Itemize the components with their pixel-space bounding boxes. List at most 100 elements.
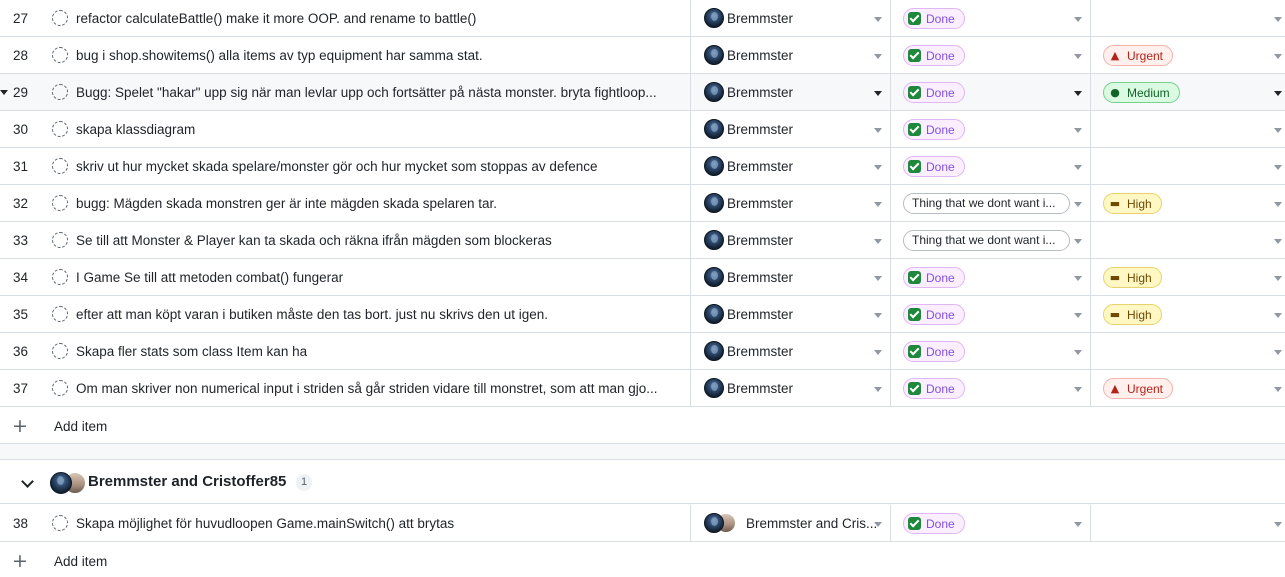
assignee-cell[interactable]: Bremmster [704, 378, 793, 398]
assignee-cell[interactable]: Bremmster [704, 156, 793, 176]
chevron-down-icon[interactable] [21, 475, 34, 488]
status-badge[interactable]: Done [903, 378, 965, 399]
priority-badge[interactable]: ▬ High [1103, 267, 1162, 288]
assignee-cell[interactable]: Bremmster and Cris... [704, 513, 877, 533]
priority-badge[interactable]: ▲ Urgent [1103, 378, 1174, 399]
table-row[interactable]: 28 bug i shop.showitems() alla items av t… [0, 37, 1285, 74]
item-title[interactable]: refactor calculateBattle() make it more … [76, 11, 682, 26]
status-dropdown-icon[interactable] [1074, 313, 1082, 318]
priority-dropdown-icon[interactable] [1274, 313, 1282, 318]
priority-dropdown-icon[interactable] [1274, 202, 1282, 207]
table-row[interactable]: 29 Bugg: Spelet "hakar" upp sig när man l… [0, 74, 1285, 111]
assignee-dropdown-icon[interactable] [874, 202, 882, 207]
table-row[interactable]: 27 refactor calculateBattle() make it mor… [0, 0, 1285, 37]
status-badge[interactable]: Done [903, 119, 965, 140]
priority-dropdown-icon[interactable] [1274, 522, 1282, 527]
priority-dropdown-icon[interactable] [1274, 54, 1282, 59]
item-title[interactable]: Om man skriver non numerical input i str… [76, 381, 682, 396]
status-dropdown-icon[interactable] [1074, 54, 1082, 59]
assignee-dropdown-icon[interactable] [874, 17, 882, 22]
item-title[interactable]: Skapa möjlighet för huvudloopen Game.mai… [76, 516, 682, 531]
status-dropdown-icon[interactable] [1074, 522, 1082, 527]
status-badge[interactable]: Thing that we dont want i... [903, 193, 1070, 214]
assignee-dropdown-icon[interactable] [874, 54, 882, 59]
assignee-dropdown-icon[interactable] [874, 313, 882, 318]
add-item-row[interactable]: + Add item [0, 542, 1285, 577]
assignee-cell[interactable]: Bremmster [704, 45, 793, 65]
assignee-dropdown-icon[interactable] [874, 387, 882, 392]
status-dropdown-icon[interactable] [1074, 128, 1082, 133]
status-label: Done [926, 270, 955, 285]
priority-dropdown-icon[interactable] [1274, 350, 1282, 355]
assignee-dropdown-icon[interactable] [874, 522, 882, 527]
status-badge[interactable]: Done [903, 82, 965, 103]
item-title[interactable]: skriv ut hur mycket skada spelare/monste… [76, 159, 682, 174]
assignee-cell[interactable]: Bremmster [704, 267, 793, 287]
table-row[interactable]: 30 skapa klassdiagram Bremmster Done [0, 111, 1285, 148]
status-dropdown-icon[interactable] [1074, 387, 1082, 392]
assignee-cell[interactable]: Bremmster [704, 8, 793, 28]
priority-dropdown-icon[interactable] [1274, 239, 1282, 244]
status-badge[interactable]: Done [903, 8, 965, 29]
item-title[interactable]: bugg: Mägden skada monstren ger är inte … [76, 196, 682, 211]
priority-badge[interactable]: ▲ Urgent [1103, 45, 1174, 66]
status-dropdown-icon[interactable] [1074, 165, 1082, 170]
car-icon: ▬ [1109, 197, 1121, 210]
priority-dropdown-icon[interactable] [1274, 276, 1282, 281]
add-item-row[interactable]: + Add item [0, 407, 1285, 445]
item-title[interactable]: Skapa fler stats som class Item kan ha [76, 344, 682, 359]
table-row[interactable]: 38 Skapa möjlighet för huvudloopen Game.m… [0, 505, 1285, 542]
assignee-cell[interactable]: Bremmster [704, 304, 793, 324]
item-title[interactable]: bug i shop.showitems() alla items av typ… [76, 48, 682, 63]
assignee-cell[interactable]: Bremmster [704, 230, 793, 250]
status-dropdown-icon[interactable] [1074, 350, 1082, 355]
assignee-dropdown-icon[interactable] [874, 276, 882, 281]
status-dropdown-icon[interactable] [1074, 202, 1082, 207]
item-title[interactable]: skapa klassdiagram [76, 122, 682, 137]
priority-dropdown-icon[interactable] [1274, 387, 1282, 392]
priority-dropdown-icon[interactable] [1274, 17, 1282, 22]
assignee-cell[interactable]: Bremmster [704, 193, 793, 213]
item-title[interactable]: Bugg: Spelet "hakar" upp sig när man lev… [76, 85, 682, 100]
assignee-dropdown-icon[interactable] [874, 239, 882, 244]
table-row[interactable]: 33 Se till att Monster & Player kan ta sk… [0, 222, 1285, 259]
status-badge[interactable]: Done [903, 341, 965, 362]
item-title[interactable]: Se till att Monster & Player kan ta skad… [76, 233, 682, 248]
assignee-dropdown-icon[interactable] [874, 165, 882, 170]
assignee-dropdown-icon[interactable] [874, 350, 882, 355]
assignee-dropdown-icon[interactable] [874, 91, 882, 96]
assignee-name: Bremmster [727, 10, 794, 26]
table-row[interactable]: 34 I Game Se till att metoden combat() fu… [0, 259, 1285, 296]
table-row[interactable]: 35 efter att man köpt varan i butiken mås… [0, 296, 1285, 333]
item-title[interactable]: I Game Se till att metoden combat() fung… [76, 270, 682, 285]
column-divider [1090, 185, 1091, 221]
assignee-dropdown-icon[interactable] [874, 128, 882, 133]
assignee-cell[interactable]: Bremmster [704, 82, 793, 102]
assignee-cell[interactable]: Bremmster [704, 341, 793, 361]
priority-badge[interactable]: ▬ High [1103, 193, 1162, 214]
column-divider [690, 111, 691, 147]
table-row[interactable]: 31 skriv ut hur mycket skada spelare/mons… [0, 148, 1285, 185]
priority-dropdown-icon[interactable] [1274, 91, 1282, 96]
status-dropdown-icon[interactable] [1074, 276, 1082, 281]
status-dropdown-icon[interactable] [1074, 239, 1082, 244]
status-badge[interactable]: Thing that we dont want i... [903, 230, 1070, 251]
status-badge[interactable]: Done [903, 513, 965, 534]
item-title[interactable]: efter att man köpt varan i butiken måste… [76, 307, 682, 322]
row-number: 30 [13, 121, 29, 137]
table-row[interactable]: 37 Om man skriver non numerical input i s… [0, 370, 1285, 407]
status-badge[interactable]: Done [903, 156, 965, 177]
status-badge[interactable]: Done [903, 45, 965, 66]
priority-badge[interactable]: ● Medium [1103, 82, 1180, 103]
status-dropdown-icon[interactable] [1074, 91, 1082, 96]
priority-dropdown-icon[interactable] [1274, 128, 1282, 133]
priority-dropdown-icon[interactable] [1274, 165, 1282, 170]
table-row[interactable]: 36 Skapa fler stats som class Item kan ha… [0, 333, 1285, 370]
status-dropdown-icon[interactable] [1074, 17, 1082, 22]
status-badge[interactable]: Done [903, 267, 965, 288]
priority-badge[interactable]: ▬ High [1103, 304, 1162, 325]
column-divider [1090, 333, 1091, 369]
assignee-cell[interactable]: Bremmster [704, 119, 793, 139]
status-badge[interactable]: Done [903, 304, 965, 325]
table-row[interactable]: 32 bugg: Mägden skada monstren ger är int… [0, 185, 1285, 222]
